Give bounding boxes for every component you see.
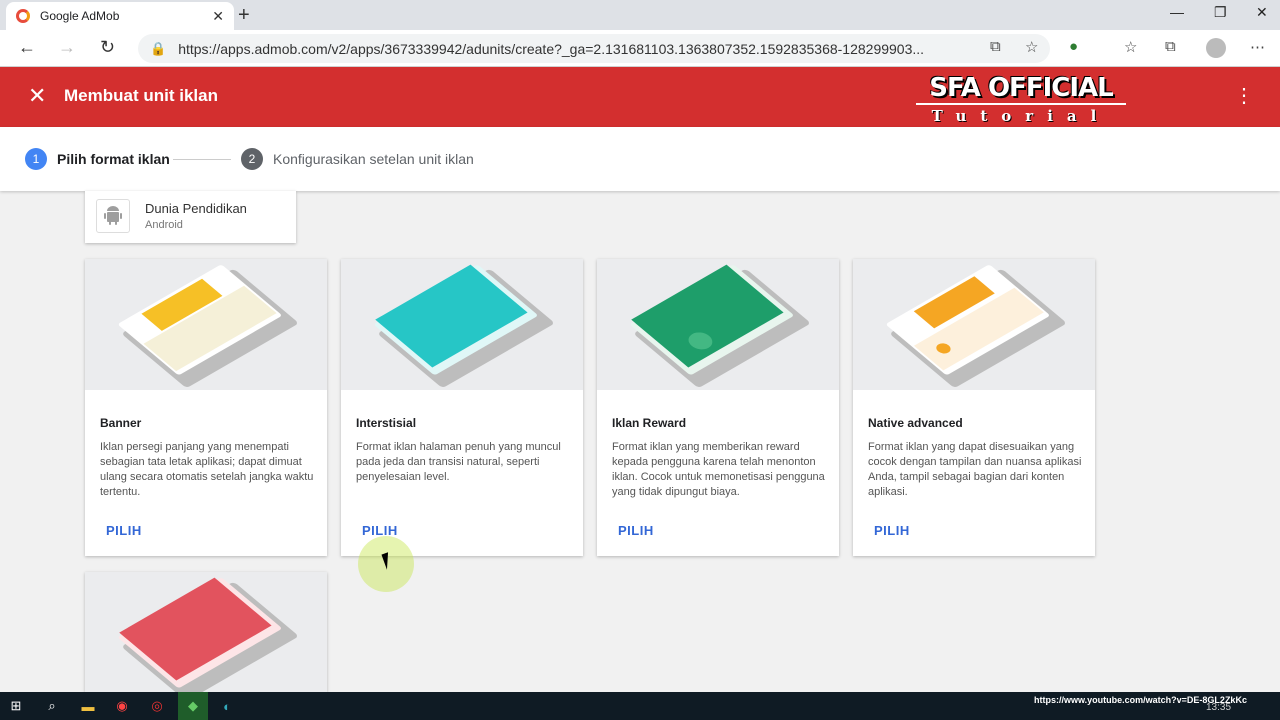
windows-start-icon[interactable]: ⊞	[6, 696, 26, 716]
card-title: Banner	[100, 416, 142, 430]
url-text: https://apps.admob.com/v2/apps/367333994…	[178, 40, 925, 57]
bookmark-star-icon[interactable]: ☆	[1025, 38, 1038, 56]
banner-illustration	[85, 259, 327, 390]
favorites-icon[interactable]: ☆	[1124, 38, 1137, 56]
browser-menu-icon[interactable]: ⋯	[1250, 38, 1265, 56]
ad-format-card-native[interactable]: Native advanced Format iklan yang dapat …	[853, 259, 1095, 556]
select-native-button[interactable]: PILIH	[874, 523, 910, 538]
admob-favicon-icon	[16, 9, 30, 23]
file-explorer-icon[interactable]: ▬	[78, 696, 98, 716]
address-bar: ← → ↻ 🔒 https://apps.admob.com/v2/apps/3…	[0, 30, 1280, 67]
browser-tab[interactable]: Google AdMob ✕	[6, 2, 234, 30]
card-title: Interstisial	[356, 416, 417, 430]
card-description: Format iklan yang memberikan reward kepa…	[612, 441, 825, 498]
card-title: Native advanced	[868, 416, 963, 430]
clock: 13:35	[1206, 702, 1232, 713]
native-illustration	[853, 259, 1095, 390]
tab-close-icon[interactable]: ✕	[212, 8, 224, 25]
watermark-main: SFA OFFICIAL	[916, 73, 1126, 105]
windows-taskbar: ⊞ ⌕ ▬ ◉ ◎ ◆ ◐ https://www.youtube.com/wa…	[0, 692, 1280, 720]
minimize-button[interactable]: —	[1170, 4, 1184, 20]
step-2-number: 2	[241, 148, 263, 170]
interstitial-illustration	[341, 259, 583, 390]
ad-format-card-rewarded[interactable]: Iklan Reward Format iklan yang memberika…	[597, 259, 839, 556]
back-icon[interactable]: ←	[18, 37, 36, 58]
profile-avatar[interactable]	[1206, 38, 1226, 58]
maximize-button[interactable]: ❐	[1214, 4, 1227, 21]
lock-icon: 🔒	[150, 40, 167, 56]
extension-icon[interactable]: ●	[1069, 38, 1078, 55]
android-icon	[96, 199, 130, 233]
app-header: ✕ Membuat unit iklan SFA OFFICIAL Tutori…	[0, 67, 1280, 127]
select-banner-button[interactable]: PILIH	[106, 523, 142, 538]
card-title: Iklan Reward	[612, 416, 687, 430]
select-rewarded-button[interactable]: PILIH	[618, 523, 654, 538]
chrome-icon[interactable]: ◉	[112, 696, 132, 716]
rewarded-illustration	[597, 259, 839, 390]
ad-format-card-banner[interactable]: Banner Iklan persegi panjang yang menemp…	[85, 259, 327, 556]
forward-icon[interactable]: →	[58, 37, 76, 58]
ad-format-card-partial[interactable]	[85, 572, 327, 700]
watermark-sub: Tutorial	[931, 107, 1111, 125]
watermark-logo: SFA OFFICIAL Tutorial	[916, 73, 1126, 125]
page-title: Membuat unit iklan	[64, 86, 218, 105]
step-1-label: Pilih format iklan	[57, 151, 170, 167]
close-icon[interactable]: ✕	[28, 83, 46, 109]
new-tab-button[interactable]: +	[238, 4, 250, 27]
refresh-icon[interactable]: ↻	[100, 37, 115, 58]
stepper: 1 Pilih format iklan 2 Konfigurasikan se…	[0, 127, 1280, 191]
url-field[interactable]: 🔒 https://apps.admob.com/v2/apps/3673339…	[138, 34, 1050, 63]
step-2-label: Konfigurasikan setelan unit iklan	[273, 151, 474, 167]
selected-app-card: Dunia Pendidikan Android	[85, 191, 296, 243]
app-platform: Android	[145, 219, 183, 231]
more-vert-icon[interactable]: ⋮	[1234, 83, 1254, 108]
close-window-button[interactable]: ✕	[1256, 4, 1268, 21]
ad-format-card-interstitial[interactable]: Interstisial Format iklan halaman penuh …	[341, 259, 583, 556]
record-app-icon[interactable]: ◎	[147, 696, 167, 716]
card-description: Format iklan halaman penuh yang muncul p…	[356, 441, 561, 483]
tab-title: Google AdMob	[40, 9, 120, 23]
search-icon[interactable]: ⌕	[42, 696, 62, 716]
edge-icon[interactable]: ◐	[217, 696, 237, 716]
translate-icon[interactable]: ⧉	[990, 38, 1001, 55]
collections-icon[interactable]: ⧉	[1165, 38, 1176, 55]
partial-card-illustration	[85, 572, 327, 700]
app-name: Dunia Pendidikan	[145, 201, 247, 216]
card-description: Iklan persegi panjang yang menempati seb…	[100, 441, 314, 498]
browser-tab-bar: Google AdMob ✕ + — ❐ ✕	[0, 0, 1280, 30]
step-1-number: 1	[25, 148, 47, 170]
card-description: Format iklan yang dapat disesuaikan yang…	[868, 441, 1082, 498]
green-app-icon[interactable]: ◆	[183, 696, 203, 716]
step-divider	[173, 159, 231, 160]
